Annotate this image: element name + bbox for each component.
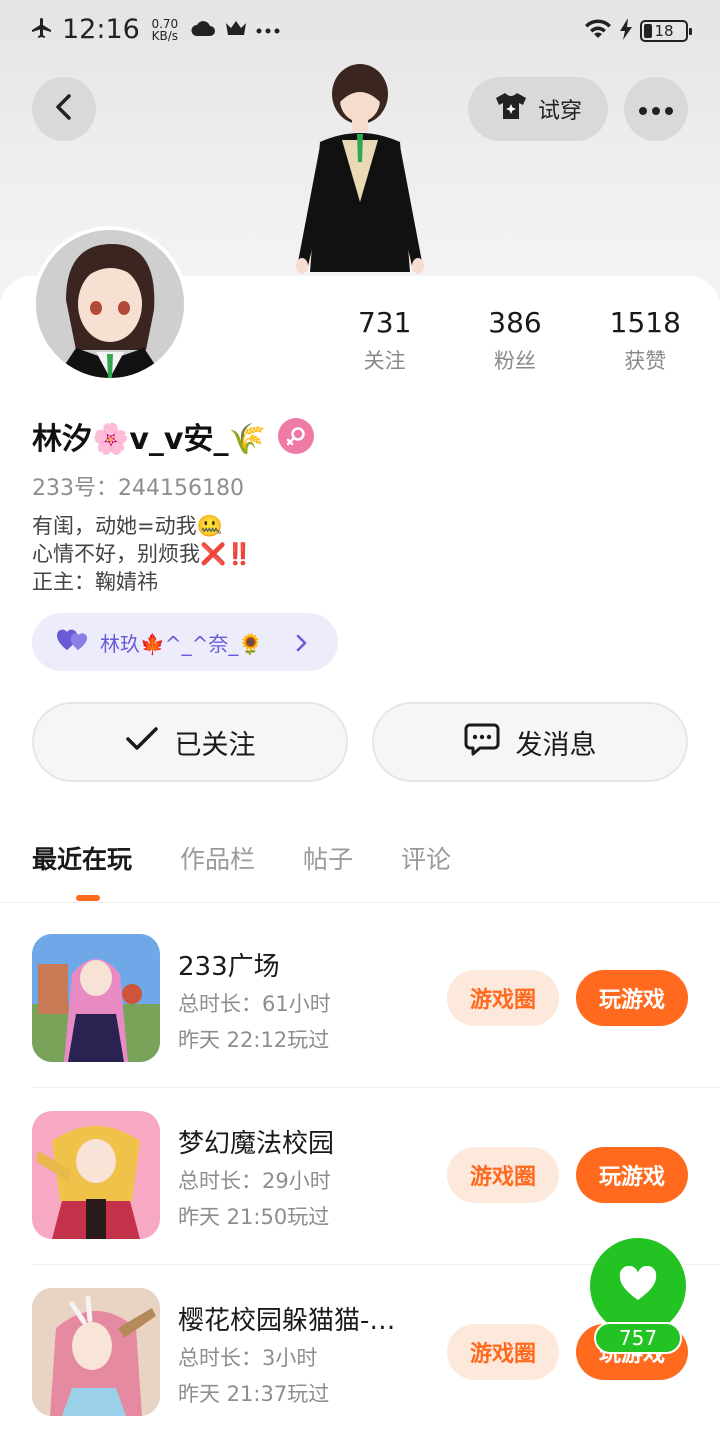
stat-likes[interactable]: 1518 获赞 xyxy=(581,306,710,375)
game-circle-button[interactable]: 游戏圈 xyxy=(447,1324,559,1380)
charging-icon xyxy=(620,18,632,44)
followed-button[interactable]: 已关注 xyxy=(32,702,348,782)
user-name: 林汐🌸v_v安_🌾 xyxy=(32,422,266,457)
game-last-played: 昨天 22:12玩过 xyxy=(178,1028,330,1052)
network-speed-value: 0.70 xyxy=(151,16,179,31)
more-horizontal-icon xyxy=(638,100,674,119)
status-time: 12:16 xyxy=(62,14,140,45)
active-tab-indicator xyxy=(76,895,100,901)
checkmark-icon xyxy=(125,726,159,759)
game-circle-button[interactable]: 游戏圈 xyxy=(447,1147,559,1203)
stat-likes-label: 获赞 xyxy=(624,349,667,373)
user-bio: 有闺，动她=动我🤐 心情不好，别烦我❌‼️ 正主：鞠婧祎 xyxy=(32,512,252,596)
tab-posts[interactable]: 帖子 xyxy=(303,840,353,876)
row-divider xyxy=(32,1087,720,1088)
heart-icon xyxy=(618,1265,658,1306)
bio-line: 有闺，动她=动我🤐 xyxy=(32,514,223,538)
game-thumbnail[interactable] xyxy=(32,934,160,1062)
chat-bubble-icon xyxy=(464,722,500,763)
user-id: 233号：244156180 xyxy=(32,476,244,501)
stat-following-value: 731 xyxy=(357,306,412,339)
network-speed: 0.70 KB/s xyxy=(148,18,182,42)
airplane-icon xyxy=(30,16,54,44)
bio-line: 正主：鞠婧祎 xyxy=(32,570,158,594)
game-thumbnail[interactable] xyxy=(32,1111,160,1239)
game-total-duration: 总时长：29小时 xyxy=(178,1169,331,1193)
tab-works[interactable]: 作品栏 xyxy=(180,840,255,876)
stat-likes-value: 1518 xyxy=(609,306,681,339)
game-circle-button[interactable]: 游戏圈 xyxy=(447,970,559,1026)
name-row: 林汐🌸v_v安_🌾 xyxy=(32,414,314,458)
chevron-right-icon xyxy=(296,633,308,657)
stat-fans[interactable]: 386 粉丝 xyxy=(449,306,580,375)
bio-line: 心情不好，别烦我❌‼️ xyxy=(32,542,253,566)
avatar-character-figure xyxy=(280,62,440,282)
play-game-button[interactable]: 玩游戏 xyxy=(576,1147,688,1203)
game-last-played: 昨天 21:37玩过 xyxy=(178,1382,330,1406)
game-row[interactable]: 樱花校园躲猫猫-… 总时长：3小时 昨天 21:37玩过 游戏圈 玩游戏 xyxy=(32,1288,688,1418)
game-title: 233广场 xyxy=(178,952,280,982)
stat-fans-label: 粉丝 xyxy=(493,349,536,373)
followed-label: 已关注 xyxy=(174,729,256,761)
double-heart-icon xyxy=(56,628,90,657)
game-title: 梦幻魔法校园 xyxy=(178,1129,335,1159)
send-message-label: 发消息 xyxy=(515,729,597,761)
user-avatar[interactable] xyxy=(32,226,188,382)
like-count-badge: 757 xyxy=(594,1322,682,1354)
profile-tabs: 最近在玩 作品栏 帖子 评论 xyxy=(32,840,451,876)
game-row[interactable]: 233广场 总时长：61小时 昨天 22:12玩过 游戏圈 玩游戏 xyxy=(32,934,688,1064)
cp-relation-chip[interactable]: 林玖🍁^_^奈_🌻 xyxy=(32,613,338,671)
more-dots-icon xyxy=(256,20,280,39)
game-total-duration: 总时长：3小时 xyxy=(178,1346,318,1370)
back-button[interactable] xyxy=(32,77,96,141)
tab-comments[interactable]: 评论 xyxy=(401,840,451,876)
profile-stats: 731 关注 386 粉丝 1518 获赞 xyxy=(320,306,710,375)
battery-level: 18 xyxy=(654,22,674,40)
stat-following[interactable]: 731 关注 xyxy=(320,306,449,375)
game-title: 樱花校园躲猫猫-… xyxy=(178,1306,396,1336)
game-total-duration: 总时长：61小时 xyxy=(178,992,331,1016)
cloud-icon xyxy=(190,18,216,42)
battery-icon: 18 xyxy=(640,20,692,42)
game-thumbnail[interactable] xyxy=(32,1288,160,1416)
stat-following-label: 关注 xyxy=(363,349,406,373)
status-bar: 12:16 0.70 KB/s 18 xyxy=(0,0,720,66)
network-speed-unit: KB/s xyxy=(151,28,179,43)
tabs-divider xyxy=(0,902,720,903)
send-message-button[interactable]: 发消息 xyxy=(372,702,688,782)
try-on-button[interactable]: 试穿 xyxy=(468,77,608,141)
female-gender-icon xyxy=(277,418,314,454)
more-options-button[interactable] xyxy=(624,77,688,141)
game-last-played: 昨天 21:50玩过 xyxy=(178,1205,330,1229)
stat-fans-value: 386 xyxy=(488,306,542,339)
tab-recently-played[interactable]: 最近在玩 xyxy=(32,840,132,876)
try-on-label: 试穿 xyxy=(537,99,582,124)
game-row[interactable]: 梦幻魔法校园 总时长：29小时 昨天 21:50玩过 游戏圈 玩游戏 xyxy=(32,1111,688,1241)
cp-name: 林玖🍁^_^奈_🌻 xyxy=(100,631,264,656)
back-arrow-icon xyxy=(53,93,75,125)
play-game-button[interactable]: 玩游戏 xyxy=(576,970,688,1026)
tshirt-sparkle-icon xyxy=(494,91,528,127)
wifi-icon xyxy=(584,18,612,44)
crown-icon xyxy=(224,18,248,42)
like-floating-button[interactable] xyxy=(590,1238,686,1334)
